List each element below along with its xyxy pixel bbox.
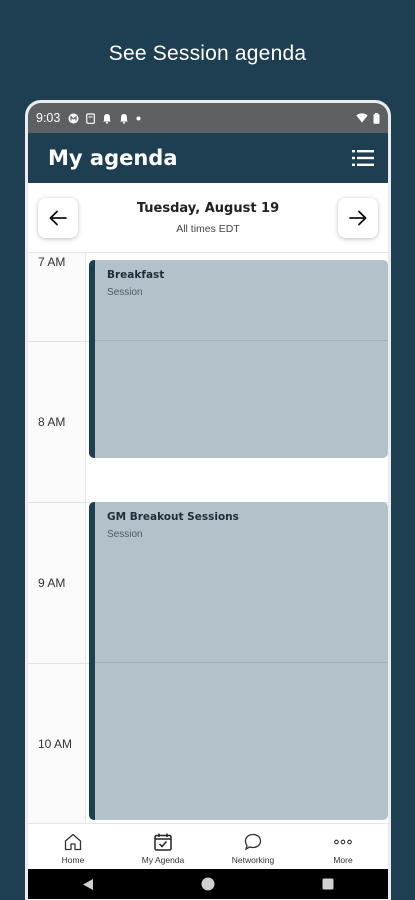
phone-frame: 9:03 My agenda Tuesday, August 19 All ti…	[25, 100, 391, 900]
event-card[interactable]: Breakfast Session	[89, 260, 388, 458]
selected-date: Tuesday, August 19	[136, 200, 280, 216]
system-navigation-bar	[28, 869, 388, 899]
arrow-left-icon	[49, 210, 67, 225]
notification-icons	[68, 112, 141, 124]
bell-icon	[120, 113, 129, 124]
chat-bubble-icon	[244, 833, 262, 851]
wifi-icon	[356, 113, 368, 123]
recents-icon[interactable]	[322, 878, 334, 890]
system-icons	[356, 112, 380, 124]
app-header: My agenda	[28, 133, 388, 183]
hour-label: 7 AM	[38, 255, 66, 269]
date-display: Tuesday, August 19 All times EDT	[78, 201, 338, 235]
hour-label: 10 AM	[38, 737, 73, 751]
dot-icon	[136, 116, 141, 120]
hour-label: 8 AM	[38, 415, 66, 429]
bottom-navigation: Home My Agenda Networking More	[28, 823, 388, 869]
status-bar: 9:03	[28, 103, 388, 133]
status-time: 9:03	[36, 111, 61, 125]
nav-label: Networking	[231, 855, 275, 865]
nav-label: Home	[61, 855, 85, 865]
clipboard-icon	[86, 112, 96, 124]
more-dots-icon	[334, 839, 352, 845]
promo-caption: See Session agenda	[108, 42, 307, 65]
hour-label: 9 AM	[38, 576, 66, 590]
event-type: Session	[107, 287, 143, 298]
timezone-note: All times EDT	[176, 222, 240, 235]
page-title: My agenda	[48, 146, 178, 170]
nav-home[interactable]: Home	[28, 824, 118, 869]
home-circle-icon[interactable]	[201, 877, 215, 891]
next-day-button[interactable]	[338, 197, 378, 238]
date-navigator: Tuesday, August 19 All times EDT	[28, 183, 388, 253]
arrow-right-icon	[349, 210, 367, 225]
event-divider	[95, 340, 388, 341]
home-icon	[64, 833, 82, 851]
nav-label: More	[333, 855, 353, 865]
agenda-calendar[interactable]: 7 AM 8 AM 9 AM 10 AM Breakfast Session G…	[28, 253, 388, 823]
event-title: GM Breakout Sessions	[107, 511, 239, 523]
nav-networking[interactable]: Networking	[208, 824, 298, 869]
event-type: Session	[107, 529, 143, 540]
bell-icon	[103, 113, 112, 124]
nav-my-agenda[interactable]: My Agenda	[118, 824, 208, 869]
calendar-check-icon	[154, 833, 172, 851]
app-notification-icon	[68, 113, 79, 123]
back-icon[interactable]	[82, 878, 94, 891]
event-divider	[95, 662, 388, 663]
event-title: Breakfast	[107, 269, 165, 281]
event-card[interactable]: GM Breakout Sessions Session	[89, 502, 388, 820]
list-view-icon[interactable]	[352, 149, 374, 167]
previous-day-button[interactable]	[38, 197, 78, 238]
battery-icon	[373, 112, 380, 124]
nav-label: My Agenda	[141, 855, 185, 865]
nav-more[interactable]: More	[298, 824, 388, 869]
